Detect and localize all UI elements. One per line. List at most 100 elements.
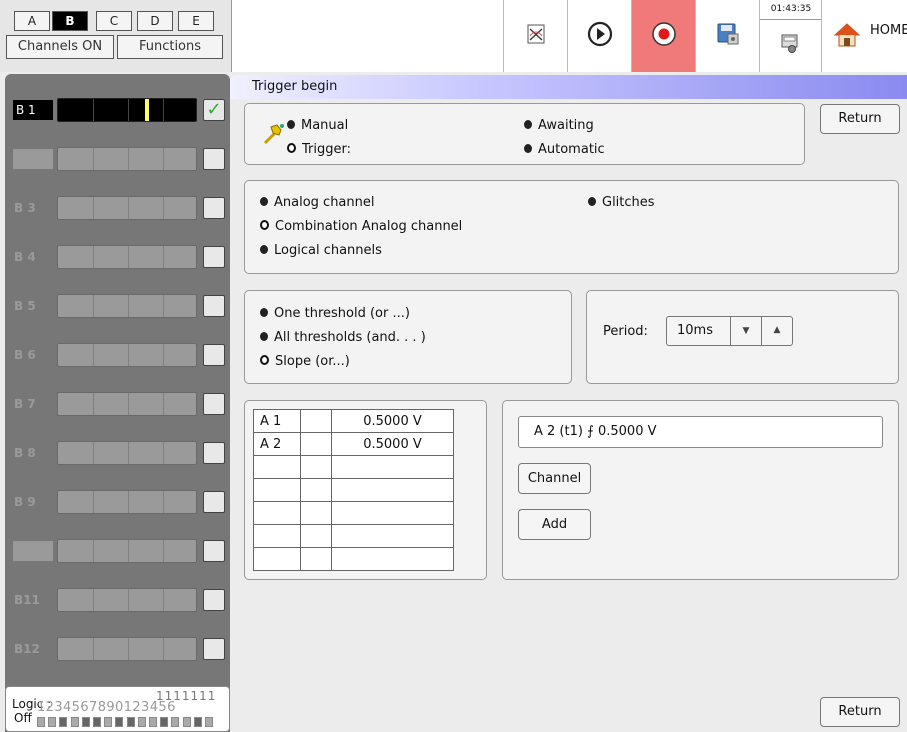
- functions-button[interactable]: Functions: [117, 35, 223, 59]
- table-cell-value: 0.5000 V: [331, 432, 454, 456]
- bar-divider: [93, 295, 94, 317]
- period-decrease-button[interactable]: ▼: [730, 317, 761, 345]
- table-row[interactable]: [253, 547, 454, 571]
- channel-signal-bar[interactable]: [57, 588, 197, 612]
- bank-tab-c[interactable]: C: [96, 11, 132, 31]
- table-row[interactable]: [253, 501, 454, 525]
- signal-cursor: [145, 99, 149, 121]
- return-button[interactable]: Return: [820, 104, 900, 134]
- channel-checkbox[interactable]: [203, 197, 225, 219]
- channel-checkbox[interactable]: [203, 246, 225, 268]
- channel-signal-bar[interactable]: [57, 490, 197, 514]
- channel-row[interactable]: B 9: [10, 488, 225, 516]
- table-row[interactable]: A 2 0.5000 V: [253, 432, 454, 456]
- mode-manual-label: Manual: [301, 118, 349, 133]
- channel-label: B 9: [14, 495, 36, 509]
- channel-row[interactable]: B 3: [10, 194, 225, 222]
- table-cell-value: 0.5000 V: [331, 409, 454, 433]
- channel-row[interactable]: B12: [10, 635, 225, 663]
- channel-row[interactable]: B 5: [10, 292, 225, 320]
- channel-row[interactable]: [10, 537, 225, 565]
- mode-automatic-radio[interactable]: Automatic: [524, 142, 605, 157]
- channel-signal-bar[interactable]: [57, 637, 197, 661]
- channel-signal-bar[interactable]: [57, 147, 197, 171]
- bank-tab-area: A B C D E Channels ON Functions: [0, 0, 232, 72]
- channel-checkbox[interactable]: [203, 148, 225, 170]
- bank-tab-d[interactable]: D: [137, 11, 173, 31]
- channel-row[interactable]: B 1 ✓: [10, 96, 225, 124]
- channel-label: [13, 149, 53, 169]
- bank-tab-a[interactable]: A: [14, 11, 50, 31]
- table-cell-blank: [300, 501, 332, 525]
- period-increase-button[interactable]: ▲: [761, 317, 792, 345]
- clock-box[interactable]: 01:43:35: [759, 0, 822, 72]
- channel-checkbox[interactable]: [203, 638, 225, 660]
- bar-divider: [163, 295, 164, 317]
- settings-icon: [781, 34, 799, 58]
- bank-tab-b[interactable]: B: [52, 11, 88, 31]
- channel-signal-bar[interactable]: [57, 294, 197, 318]
- table-row[interactable]: [253, 524, 454, 548]
- table-row[interactable]: [253, 478, 454, 502]
- channel-row[interactable]: [10, 145, 225, 173]
- channels-on-button[interactable]: Channels ON: [6, 35, 114, 59]
- channel-checkbox[interactable]: [203, 295, 225, 317]
- logic-bit: [160, 717, 169, 727]
- radio-dot: [524, 144, 532, 153]
- channel-signal-bar[interactable]: [57, 392, 197, 416]
- record-button[interactable]: [631, 0, 695, 72]
- channel-checkbox[interactable]: [203, 540, 225, 562]
- bar-divider: [128, 540, 129, 562]
- logic-bit: [70, 717, 79, 727]
- source-glitches-radio[interactable]: Glitches: [588, 195, 655, 210]
- home-button[interactable]: HOME: [821, 0, 907, 72]
- channel-signal-bar[interactable]: [57, 98, 197, 122]
- channel-checkbox[interactable]: [203, 344, 225, 366]
- trigger-expression-field[interactable]: A 2 (t1) ⨍ 0.5000 V: [518, 416, 883, 448]
- channel-signal-bar[interactable]: [57, 441, 197, 465]
- mode-awaiting-radio[interactable]: Awaiting: [524, 118, 594, 133]
- table-cell-blank: [300, 524, 332, 548]
- bank-tab-e[interactable]: E: [178, 11, 214, 31]
- channel-checkbox[interactable]: [203, 491, 225, 513]
- channel-checkbox[interactable]: [203, 393, 225, 415]
- threshold-one-radio[interactable]: One threshold (or ...): [260, 306, 410, 321]
- source-analog-radio[interactable]: Analog channel: [260, 195, 375, 210]
- table-row[interactable]: A 1 0.5000 V: [253, 409, 454, 433]
- channel-button[interactable]: Channel: [518, 463, 591, 494]
- mode-manual-radio[interactable]: Manual: [287, 118, 348, 133]
- bar-divider: [93, 442, 94, 464]
- channel-row[interactable]: B 6: [10, 341, 225, 369]
- checkmark-icon[interactable]: ✓: [203, 99, 225, 121]
- channel-signal-bar[interactable]: [57, 343, 197, 367]
- mode-awaiting-label: Awaiting: [538, 118, 594, 133]
- bottom-return-button[interactable]: Return: [820, 697, 900, 727]
- source-logical-radio[interactable]: Logical channels: [260, 243, 382, 258]
- logic-box[interactable]: Logic : Off 1111111 1234567890123456: [5, 686, 230, 732]
- channel-checkbox[interactable]: [203, 442, 225, 464]
- save-button[interactable]: [695, 0, 759, 72]
- bar-divider: [93, 491, 94, 513]
- trigger-mode-box: Manual Trigger: Awaiting Automatic: [244, 103, 805, 165]
- mode-trigger-radio[interactable]: Trigger:: [287, 142, 351, 157]
- add-button[interactable]: Add: [518, 509, 591, 540]
- bar-divider: [93, 99, 94, 121]
- channel-signal-bar[interactable]: [57, 539, 197, 563]
- channel-signal-bar[interactable]: [57, 245, 197, 269]
- threshold-all-radio[interactable]: All thresholds (and. . . ): [260, 330, 426, 345]
- page-title: Trigger begin: [252, 79, 338, 94]
- waveform-button[interactable]: [503, 0, 567, 72]
- channel-checkbox[interactable]: [203, 589, 225, 611]
- channel-row[interactable]: B 4: [10, 243, 225, 271]
- table-row[interactable]: [253, 455, 454, 479]
- threshold-slope-radio[interactable]: Slope (or...): [260, 354, 350, 369]
- channel-row[interactable]: B 7: [10, 390, 225, 418]
- channel-signal-bar[interactable]: [57, 196, 197, 220]
- source-combination-radio[interactable]: Combination Analog channel: [260, 219, 462, 234]
- channel-row[interactable]: B 8: [10, 439, 225, 467]
- threshold-slope-label: Slope (or...): [275, 354, 350, 369]
- channel-row[interactable]: B11: [10, 586, 225, 614]
- play-button[interactable]: [567, 0, 631, 72]
- period-stepper[interactable]: 10ms ▼ ▲: [666, 316, 793, 346]
- table-cell-value: [331, 547, 454, 571]
